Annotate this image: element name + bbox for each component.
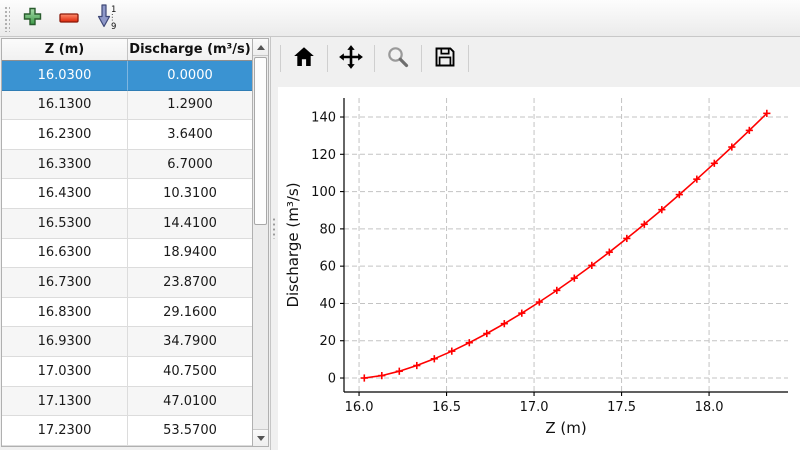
toolbar-separator (421, 45, 422, 72)
table-cell[interactable]: 16.6300 (2, 239, 128, 269)
table-cell[interactable]: 18.9400 (128, 239, 252, 269)
svg-text:0: 0 (328, 372, 336, 387)
toolbar-separator (327, 45, 328, 72)
figure-canvas[interactable]: 16.0 16.5 17.0 17.5 18.0 0 20 40 60 80 100 120 140 Z … (278, 87, 800, 450)
zoom-button[interactable] (382, 42, 414, 74)
svg-text:17.0: 17.0 (520, 400, 549, 415)
add-row-button[interactable] (17, 3, 47, 33)
table-cell[interactable]: 23.8700 (128, 268, 252, 298)
svg-text:100: 100 (311, 185, 336, 200)
toolbar-separator (374, 45, 375, 72)
triangle-down-icon (257, 436, 265, 441)
scroll-up-button[interactable] (253, 39, 268, 56)
save-icon (433, 45, 457, 72)
table-cell[interactable]: 16.7300 (2, 268, 128, 298)
table-row[interactable]: 16.430010.3100 (2, 179, 252, 209)
svg-text:18.0: 18.0 (695, 400, 724, 415)
plot-toolbar (276, 42, 473, 74)
table-cell[interactable]: 40.7500 (128, 357, 252, 387)
scrollbar-thumb[interactable] (254, 57, 267, 225)
table-cell[interactable]: 34.7900 (128, 327, 252, 357)
table-cell[interactable]: 47.0100 (128, 387, 252, 417)
table-row[interactable]: 16.930034.7900 (2, 327, 252, 357)
toolbar-separator (280, 45, 281, 72)
svg-text:20: 20 (319, 334, 336, 349)
svg-text:1: 1 (111, 5, 116, 15)
svg-text:16.5: 16.5 (432, 400, 461, 415)
rating-table: Z (m) Discharge (m³/s) 16.03000.000016.1… (1, 38, 252, 447)
table-cell[interactable]: 0.0000 (128, 61, 252, 91)
table-header: Z (m) Discharge (m³/s) (2, 39, 252, 61)
table-cell[interactable]: 16.2300 (2, 120, 128, 150)
splitter-grip-dots (272, 217, 275, 239)
scroll-down-button[interactable] (253, 429, 268, 446)
plus-icon (23, 7, 42, 29)
table-cell[interactable]: 17.2300 (2, 416, 128, 446)
magnifier-icon (386, 45, 410, 72)
sort-ascending-icon: 1 9 (94, 3, 118, 33)
splitter-handle[interactable] (270, 37, 275, 450)
table-cell[interactable]: 16.4300 (2, 179, 128, 209)
table-cell[interactable]: 16.0300 (2, 61, 128, 91)
table-scrollbar[interactable] (252, 38, 269, 447)
table-cell[interactable]: 16.3300 (2, 150, 128, 180)
triangle-up-icon (257, 45, 265, 50)
table-cell[interactable]: 10.3100 (128, 179, 252, 209)
table-cell[interactable]: 3.6400 (128, 120, 252, 150)
rating-curve-plot[interactable]: 16.0 16.5 17.0 17.5 18.0 0 20 40 60 80 100 120 140 Z … (278, 87, 800, 450)
pan-button[interactable] (335, 42, 367, 74)
sort-ascending-button[interactable]: 1 9 (91, 3, 121, 33)
table-cell[interactable]: 17.1300 (2, 387, 128, 417)
save-button[interactable] (429, 42, 461, 74)
toolbar-drag-handle[interactable] (3, 5, 10, 32)
splitter-line (270, 37, 271, 450)
column-header-discharge[interactable]: Discharge (m³/s) (128, 39, 252, 60)
table-cell[interactable]: 16.9300 (2, 327, 128, 357)
svg-text:120: 120 (311, 148, 336, 163)
svg-text:40: 40 (319, 297, 336, 312)
table-cell[interactable]: 29.1600 (128, 298, 252, 328)
table-row[interactable]: 16.630018.9400 (2, 239, 252, 269)
svg-text:Discharge (m³/s): Discharge (m³/s) (284, 182, 302, 307)
table-cell[interactable]: 16.5300 (2, 209, 128, 239)
minus-icon (59, 11, 79, 26)
svg-text:60: 60 (319, 260, 336, 275)
column-header-z[interactable]: Z (m) (2, 39, 128, 60)
table-row[interactable]: 16.530014.4100 (2, 209, 252, 239)
table-row[interactable]: 17.230053.5700 (2, 416, 252, 446)
svg-text:9: 9 (111, 22, 116, 30)
table-row[interactable]: 16.730023.8700 (2, 268, 252, 298)
table-cell[interactable]: 17.0300 (2, 357, 128, 387)
table-cell[interactable]: 53.5700 (128, 416, 252, 446)
table-row[interactable]: 17.030040.7500 (2, 357, 252, 387)
table-cell[interactable]: 16.1300 (2, 91, 128, 121)
svg-text:Z (m): Z (m) (545, 419, 586, 437)
table-row[interactable]: 16.13001.2900 (2, 91, 252, 121)
table-toolbar: 1 9 (0, 0, 800, 37)
table-row[interactable]: 17.130047.0100 (2, 387, 252, 417)
remove-row-button[interactable] (54, 3, 84, 33)
home-icon (292, 45, 316, 72)
table-cell[interactable]: 14.4100 (128, 209, 252, 239)
table-row[interactable]: 16.03000.0000 (2, 61, 252, 91)
table-cell[interactable]: 16.8300 (2, 298, 128, 328)
pan-icon (338, 44, 364, 73)
table-row[interactable]: 16.830029.1600 (2, 298, 252, 328)
table-row[interactable]: 16.23003.6400 (2, 120, 252, 150)
table-cell[interactable]: 1.2900 (128, 91, 252, 121)
toolbar-separator (468, 45, 469, 72)
table-row[interactable]: 16.33006.7000 (2, 150, 252, 180)
svg-text:140: 140 (311, 111, 336, 126)
table-cell[interactable]: 6.7000 (128, 150, 252, 180)
svg-text:16.0: 16.0 (345, 400, 374, 415)
home-button[interactable] (288, 42, 320, 74)
svg-text:80: 80 (319, 222, 336, 237)
table-body: 16.03000.000016.13001.290016.23003.64001… (2, 61, 252, 446)
svg-text:17.5: 17.5 (607, 400, 636, 415)
